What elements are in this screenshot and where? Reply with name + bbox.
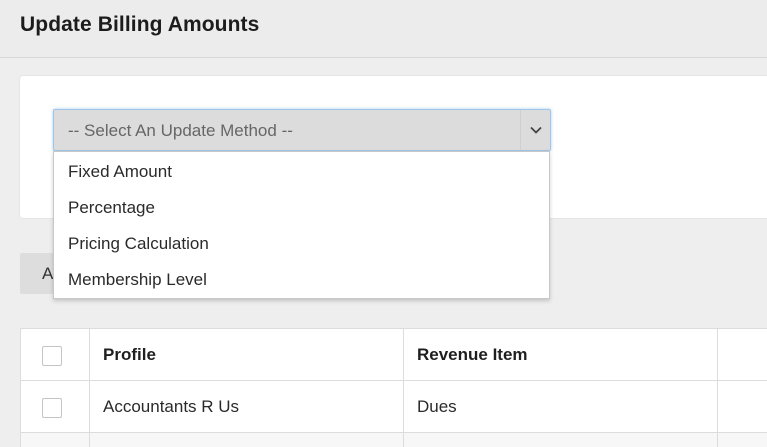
row-select-cell	[21, 381, 90, 432]
revenue-item-cell: Dues	[404, 381, 718, 432]
profile-header-cell: Profile	[90, 329, 404, 380]
update-method-dropdown: Fixed Amount Percentage Pricing Calculat…	[53, 151, 550, 299]
option-pricing-calculation[interactable]: Pricing Calculation	[54, 226, 549, 262]
action-button-label: A	[42, 264, 54, 283]
profile-cell: Accountants R Us	[90, 381, 404, 432]
table-header-row: Profile Revenue Item	[21, 329, 767, 381]
revenue-item-value: Dues	[417, 397, 457, 416]
page-header: Update Billing Amounts	[0, 0, 767, 58]
column-header-revenue-item[interactable]: Revenue Item	[417, 345, 528, 365]
option-percentage[interactable]: Percentage	[54, 190, 549, 226]
row-select-cell	[21, 433, 90, 447]
extra-cell	[718, 381, 767, 432]
extra-header-cell	[718, 329, 767, 380]
chevron-down-icon[interactable]	[520, 110, 550, 150]
row-checkbox[interactable]	[42, 398, 62, 418]
select-all-cell	[21, 329, 90, 380]
table-row	[21, 433, 767, 447]
extra-cell	[718, 433, 767, 447]
table-row: Accountants R Us Dues	[21, 381, 767, 433]
option-membership-level[interactable]: Membership Level	[54, 262, 549, 298]
option-fixed-amount[interactable]: Fixed Amount	[54, 154, 549, 190]
update-method-select[interactable]: -- Select An Update Method --	[53, 109, 551, 151]
column-header-profile[interactable]: Profile	[103, 345, 156, 365]
select-all-checkbox[interactable]	[42, 346, 62, 366]
profile-value: Accountants R Us	[103, 397, 240, 416]
billing-table: Profile Revenue Item Accountants R Us Du…	[20, 328, 767, 447]
profile-cell	[90, 433, 404, 447]
select-placeholder: -- Select An Update Method --	[68, 121, 293, 140]
revenue-item-cell	[404, 433, 718, 447]
page-title: Update Billing Amounts	[20, 13, 260, 36]
revenue-item-header-cell: Revenue Item	[404, 329, 718, 380]
